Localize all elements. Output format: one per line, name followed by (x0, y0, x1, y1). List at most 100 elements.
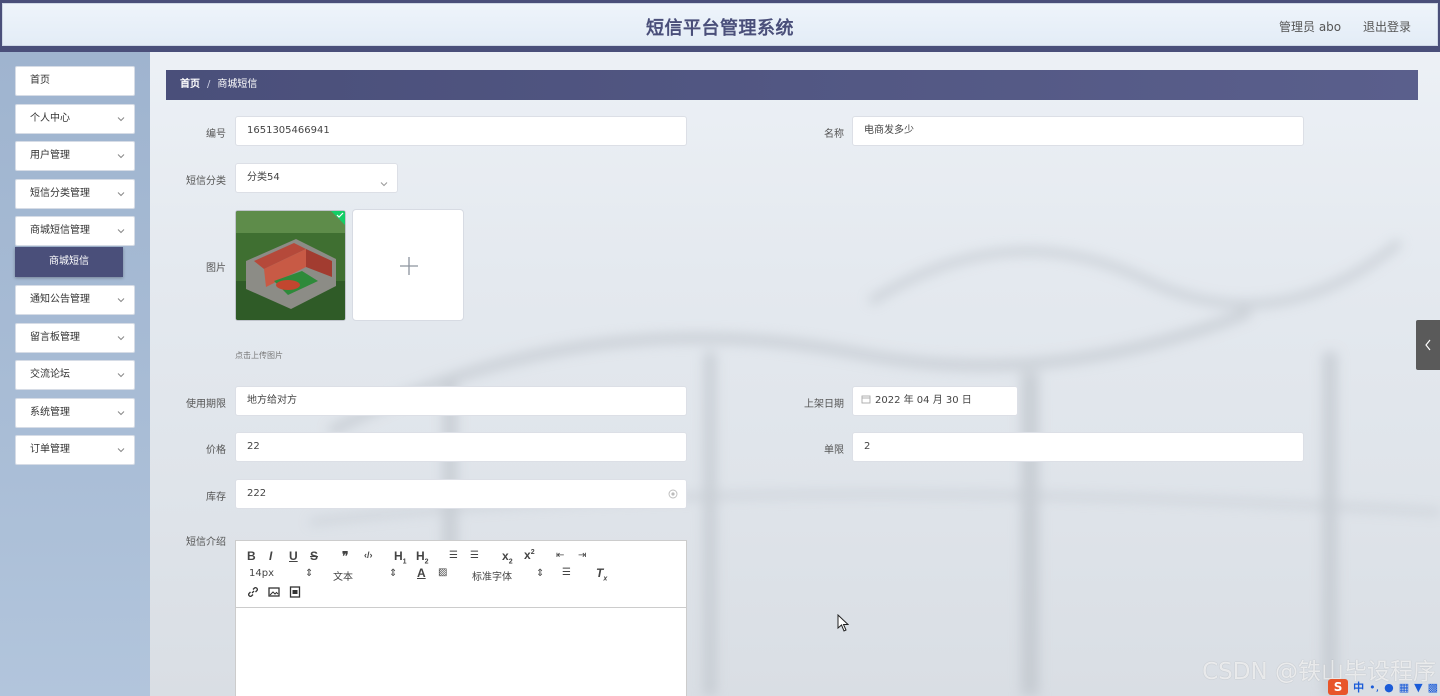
validity-label: 使用期限 (186, 399, 226, 410)
background-color-icon[interactable]: ▨ (438, 567, 447, 578)
text-color-icon[interactable]: A (417, 566, 426, 580)
sidebar-item-label: 订单管理 (30, 444, 70, 456)
chevron-down-icon (116, 445, 126, 455)
stock-label: 库存 (206, 492, 226, 503)
text-type-select[interactable]: 文本 ⇕ (333, 568, 397, 583)
upload-success-icon (331, 211, 345, 225)
sidebar-item-home[interactable]: 首页 (15, 66, 135, 96)
outdent-icon[interactable]: ⇤ (556, 550, 564, 561)
ime-skin-icon[interactable]: ▼ (1414, 681, 1422, 694)
font-family-value: 标准字体 (472, 572, 512, 583)
sidebar-item-profile[interactable]: 个人中心 (15, 103, 135, 134)
price-input[interactable]: 22 (235, 432, 687, 462)
sogou-logo-icon[interactable]: S (1328, 679, 1349, 695)
link-icon[interactable] (247, 586, 259, 598)
ime-menu-icon[interactable]: ▩ (1428, 681, 1438, 694)
category-selected-value: 分类54 (247, 172, 280, 183)
image-label: 图片 (206, 263, 226, 274)
mouse-cursor-icon (837, 614, 849, 632)
app-title: 短信平台管理系统 (646, 18, 794, 39)
ime-punctuation-icon[interactable]: •, (1369, 681, 1379, 694)
stock-value: 222 (247, 488, 267, 499)
sidebar-item-orders[interactable]: 订单管理 (15, 435, 135, 466)
underline-button[interactable]: U (289, 549, 298, 563)
sidebar-item-notices[interactable]: 通知公告管理 (15, 284, 135, 315)
id-input[interactable]: 1651305466941 (235, 116, 687, 146)
price-label: 价格 (206, 445, 226, 456)
sidebar-item-label: 用户管理 (30, 150, 70, 162)
align-icon[interactable]: ☰ (562, 567, 571, 578)
blockquote-button[interactable]: ❞ (342, 549, 348, 563)
header1-button[interactable]: H1 (394, 549, 407, 565)
chevron-down-icon (116, 151, 126, 161)
intro-label: 短信介绍 (186, 537, 226, 548)
breadcrumb-current: 商城短信 (217, 79, 258, 90)
ime-mic-icon[interactable]: ● (1384, 681, 1394, 694)
header-panel: 短信平台管理系统 管理员 abo 退出登录 (2, 3, 1438, 46)
sidebar-item-users[interactable]: 用户管理 (15, 141, 135, 172)
clear-icon[interactable] (668, 489, 678, 499)
breadcrumb-home[interactable]: 首页 (180, 79, 200, 90)
calendar-icon (861, 395, 871, 404)
bold-button[interactable]: B (247, 549, 256, 563)
logout-link[interactable]: 退出登录 (1363, 20, 1411, 34)
select-arrows-icon: ⇕ (305, 568, 314, 579)
campus-image (236, 211, 345, 320)
header2-button[interactable]: H2 (416, 549, 429, 565)
subscript-button[interactable]: x2 (502, 549, 513, 565)
shelf-date-value: 2022 年 04 月 30 日 (875, 395, 972, 406)
sidebar-item-label: 通知公告管理 (30, 293, 90, 305)
editor-content-area[interactable] (236, 608, 686, 696)
validity-input[interactable]: 地方给对方 (235, 386, 687, 416)
stock-input[interactable]: 222 (235, 479, 687, 509)
code-block-button[interactable]: ‹/› (364, 550, 373, 560)
sidebar-item-system[interactable]: 系统管理 (15, 397, 135, 428)
image-icon[interactable] (268, 586, 280, 598)
clear-format-icon[interactable]: Tx (596, 566, 607, 582)
sidebar-item-forum[interactable]: 交流论坛 (15, 360, 135, 391)
superscript-button[interactable]: x2 (524, 548, 535, 562)
sidebar-item-sms-category[interactable]: 短信分类管理 (15, 178, 135, 209)
ime-keyboard-icon[interactable]: ▦ (1399, 681, 1409, 694)
shelf-date-picker[interactable]: 2022 年 04 月 30 日 (852, 386, 1018, 416)
sidebar-subitem-mall-sms[interactable]: 商城短信 (15, 246, 123, 277)
category-select[interactable]: 分类54 (235, 163, 398, 193)
select-arrows-icon: ⇕ (389, 568, 398, 579)
sidebar-item-message-board[interactable]: 留言板管理 (15, 322, 135, 353)
font-family-select[interactable]: 标准字体 ⇕ (472, 568, 544, 583)
add-image-button[interactable] (352, 209, 464, 321)
name-label: 名称 (824, 129, 844, 140)
ordered-list-icon[interactable]: ☰ (449, 550, 458, 561)
id-label: 编号 (206, 129, 226, 140)
chevron-down-icon (116, 226, 126, 236)
header-user-area: 管理员 abo 退出登录 (1261, 18, 1411, 35)
strike-button[interactable]: S (310, 549, 318, 563)
italic-button[interactable]: I (269, 549, 272, 563)
ime-chinese-icon[interactable]: 中 (1353, 679, 1364, 695)
plus-icon (400, 257, 418, 275)
sidebar-item-label: 商城短信管理 (30, 225, 90, 237)
shelf-date-label: 上架日期 (804, 399, 844, 410)
sidebar-item-mall-sms[interactable]: 商城短信管理 (15, 216, 135, 247)
sidebar-item-label: 系统管理 (30, 406, 70, 418)
name-input[interactable]: 电商发多少 (852, 116, 1304, 146)
admin-user-label[interactable]: 管理员 abo (1279, 20, 1341, 34)
chevron-down-icon (116, 189, 126, 199)
editor-toolbar: B I U S ❞ ‹/› H1 H2 ☰ ☰ x2 x2 ⇤ ⇥ 14px ⇕ … (236, 541, 686, 608)
chevron-down-icon (116, 408, 126, 418)
video-icon[interactable] (289, 586, 301, 598)
uploaded-image-thumbnail[interactable] (235, 210, 346, 321)
upload-hint: 点击上传图片 (235, 351, 283, 360)
breadcrumb-separator: / (207, 79, 211, 90)
text-type-value: 文本 (333, 572, 353, 583)
sidebar-item-label: 短信分类管理 (30, 187, 90, 199)
breadcrumb: 首页 / 商城短信 (166, 70, 1418, 100)
bullet-list-icon[interactable]: ☰ (470, 550, 479, 561)
indent-icon[interactable]: ⇥ (578, 550, 586, 561)
sidebar-item-label: 首页 (30, 75, 50, 86)
limit-input[interactable]: 2 (852, 432, 1304, 462)
chevron-left-icon (1425, 339, 1431, 351)
side-collapse-tab[interactable] (1416, 320, 1440, 370)
sidebar-item-label: 留言板管理 (30, 331, 80, 343)
font-size-select[interactable]: 14px ⇕ (249, 568, 313, 579)
